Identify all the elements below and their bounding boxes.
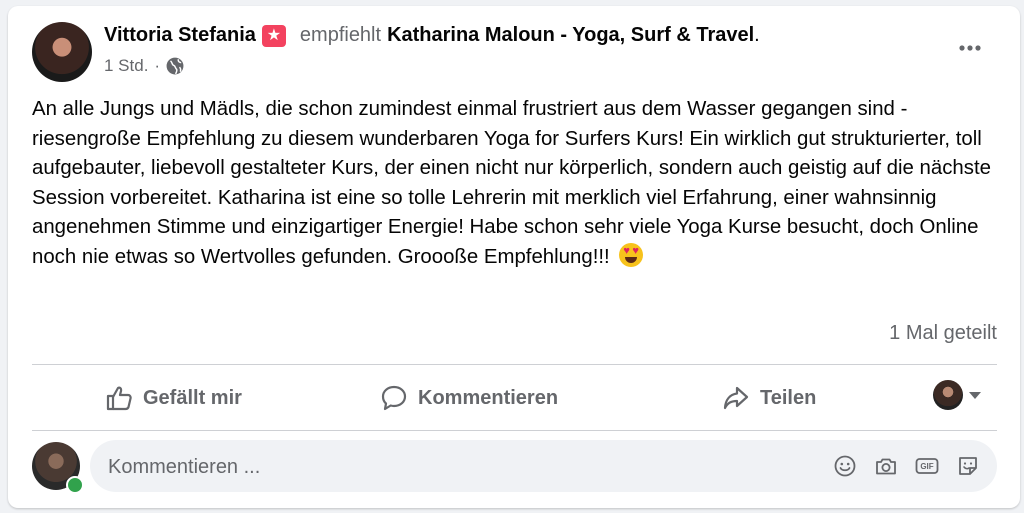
post-text: An alle Jungs und Mädls, die schon zumin… <box>32 98 991 268</box>
post-meta: 1 Std. · <box>104 56 184 76</box>
divider-bottom <box>32 430 997 431</box>
post-timestamp[interactable]: 1 Std. <box>104 56 148 76</box>
comment-label: Kommentieren <box>418 386 559 409</box>
online-status-dot <box>66 476 84 494</box>
post-card: Vittoria Stefania ★ empfiehlt Katharina … <box>8 6 1020 508</box>
share-arrow-icon <box>723 386 749 410</box>
speech-bubble-icon <box>381 385 407 411</box>
divider-top <box>32 364 997 365</box>
header-period: . <box>754 24 760 46</box>
comment-button[interactable]: Kommentieren <box>380 376 558 420</box>
audience-avatar <box>933 380 963 410</box>
comment-input[interactable] <box>106 440 810 494</box>
audience-selector[interactable] <box>933 380 981 410</box>
share-button[interactable]: Teilen <box>722 376 816 420</box>
like-label: Gefällt mir <box>143 386 242 409</box>
heart-eyes-emoji-icon <box>619 242 644 267</box>
star-badge-icon: ★ <box>261 24 286 47</box>
thumbs-up-icon <box>106 386 132 411</box>
share-label: Teilen <box>760 386 817 409</box>
sticker-icon[interactable] <box>956 454 980 478</box>
more-icon[interactable] <box>958 42 982 54</box>
chevron-down-icon <box>969 391 981 399</box>
camera-icon[interactable] <box>874 454 898 478</box>
post-body: An alle Jungs und Mädls, die schon zumin… <box>32 95 1007 273</box>
globe-icon[interactable] <box>166 57 184 75</box>
author-avatar[interactable] <box>32 22 92 82</box>
share-count[interactable]: 1 Mal geteilt <box>889 322 997 345</box>
post-header: Vittoria Stefania ★ empfiehlt Katharina … <box>104 24 760 47</box>
gif-icon[interactable]: GIF <box>915 454 939 478</box>
author-name[interactable]: Vittoria Stefania <box>104 24 256 47</box>
like-button[interactable]: Gefällt mir <box>105 376 242 420</box>
comment-composer: GIF <box>90 440 997 494</box>
emoji-icon[interactable] <box>833 454 857 478</box>
meta-separator: · <box>154 56 161 75</box>
svg-text:GIF: GIF <box>920 462 933 471</box>
page-name-link[interactable]: Katharina Maloun - Yoga, Surf & Travel <box>387 24 754 47</box>
recommend-verb: empfiehlt <box>299 24 382 46</box>
